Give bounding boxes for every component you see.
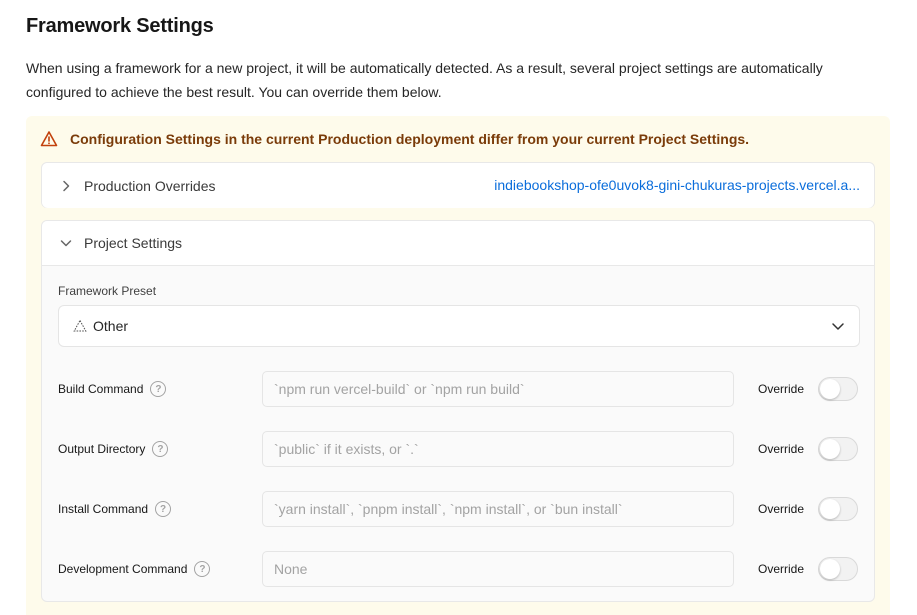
- triangle-outline-icon: [73, 319, 87, 332]
- deployment-link[interactable]: indiebookshop-ofe0uvok8-gini-chukuras-pr…: [480, 177, 860, 193]
- production-overrides-label: Production Overrides: [84, 177, 216, 194]
- install-command-override-toggle[interactable]: [818, 497, 858, 521]
- chevron-down-icon: [832, 323, 844, 330]
- page-description: When using a framework for a new project…: [26, 60, 823, 100]
- help-icon[interactable]: ?: [150, 381, 167, 397]
- framework-preset-select[interactable]: Other: [58, 305, 860, 347]
- production-overrides-panel: Production Overrides indiebookshop-ofe0u…: [41, 162, 875, 208]
- build-command-override-toggle[interactable]: [818, 377, 858, 401]
- toggle-knob: [820, 439, 840, 459]
- install-command-input[interactable]: [262, 491, 734, 527]
- development-command-input[interactable]: [262, 551, 734, 587]
- project-settings-toggle[interactable]: Project Settings: [42, 221, 874, 266]
- install-command-row: Install Command ? Override: [58, 491, 860, 527]
- override-label: Override: [758, 502, 805, 516]
- build-command-input[interactable]: [262, 371, 734, 407]
- development-command-label: Development Command: [58, 562, 188, 576]
- framework-preset-value: Other: [93, 318, 129, 334]
- output-directory-input[interactable]: [262, 431, 734, 467]
- override-label: Override: [758, 562, 805, 576]
- toggle-knob: [820, 379, 840, 399]
- project-settings-label: Project Settings: [84, 235, 183, 251]
- framework-preset-label: Framework Preset: [58, 284, 157, 298]
- output-directory-row: Output Directory ? Override: [58, 431, 860, 467]
- output-directory-override-toggle[interactable]: [818, 437, 858, 461]
- warning-banner: Configuration Settings in the current Pr…: [40, 130, 749, 148]
- override-label: Override: [758, 382, 805, 396]
- page-title: Framework Settings: [26, 15, 214, 37]
- toggle-knob: [820, 499, 840, 519]
- help-icon[interactable]: ?: [155, 501, 172, 517]
- build-command-row: Build Command ? Override: [58, 371, 860, 407]
- warning-text: Configuration Settings in the current Pr…: [70, 131, 750, 147]
- help-icon[interactable]: ?: [194, 561, 211, 577]
- development-command-row: Development Command ? Override: [58, 551, 860, 587]
- help-icon[interactable]: ?: [152, 441, 169, 457]
- project-settings-panel: Project Settings Framework Preset Other …: [41, 220, 875, 602]
- toggle-knob: [820, 559, 840, 579]
- chevron-down-icon: [56, 233, 76, 253]
- warning-triangle-icon: [40, 131, 58, 147]
- install-command-label: Install Command: [58, 502, 149, 516]
- development-command-override-toggle[interactable]: [818, 557, 858, 581]
- output-directory-label: Output Directory: [58, 442, 146, 456]
- build-command-label: Build Command: [58, 382, 144, 396]
- chevron-right-icon: [56, 176, 76, 196]
- override-label: Override: [758, 442, 805, 456]
